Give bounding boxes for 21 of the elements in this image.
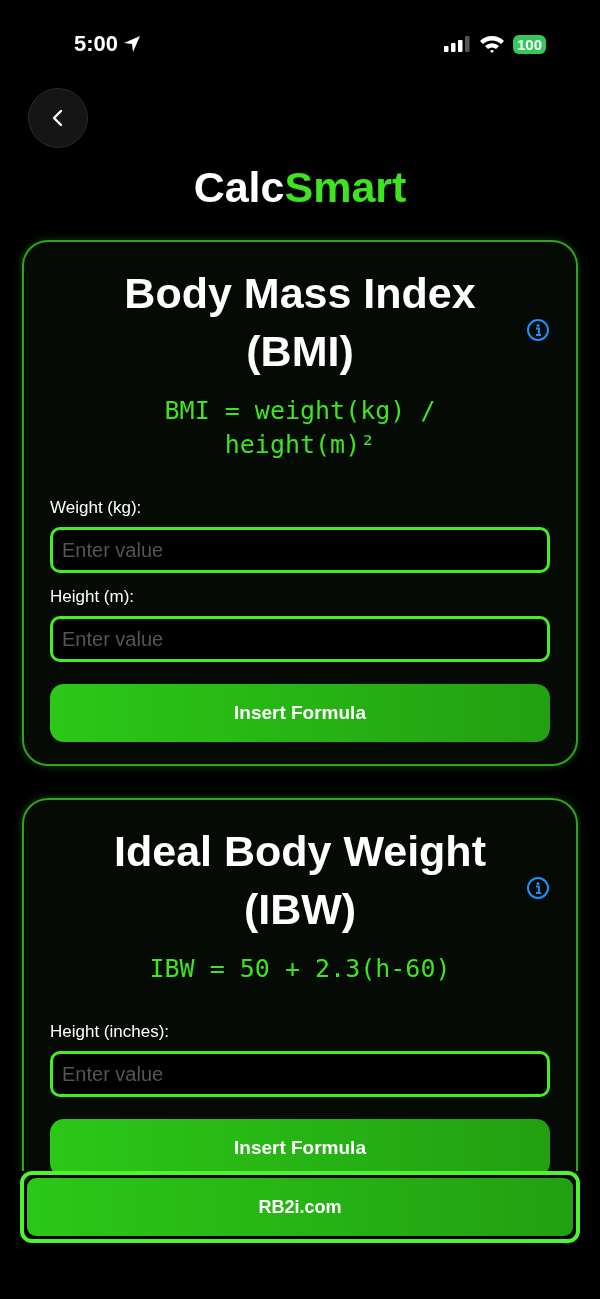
input-field[interactable]: Enter value [50,1051,550,1097]
info-icon[interactable] [526,876,550,900]
card-title: Body Mass Index (BMI) [123,268,477,377]
location-arrow-icon [122,34,143,54]
card-title: Ideal Body Weight (IBW) [113,826,487,935]
insert-formula-button[interactable]: Insert Formula [50,1119,550,1171]
battery-level: 100 [512,34,546,54]
field-label: Weight (kg): [50,498,143,518]
field-label: Height (inches): [50,1022,171,1042]
input-field[interactable]: Enter value [50,616,550,662]
clock-time: 5:00 [74,31,119,57]
app-title: CalcSmart [192,162,408,213]
field-label: Height (m): [50,587,136,607]
website-button[interactable]: RB2i.com [27,1178,573,1236]
formula-text: BMI = weight(kg) / height(m)² [163,395,437,461]
wifi-icon [478,34,505,54]
insert-formula-button[interactable]: Insert Formula [50,684,550,742]
info-icon[interactable] [526,318,550,342]
formula-text: IBW = 50 + 2.3(h-60) [148,953,452,985]
input-field[interactable]: Enter value [50,527,550,573]
signal-icon [442,35,471,53]
